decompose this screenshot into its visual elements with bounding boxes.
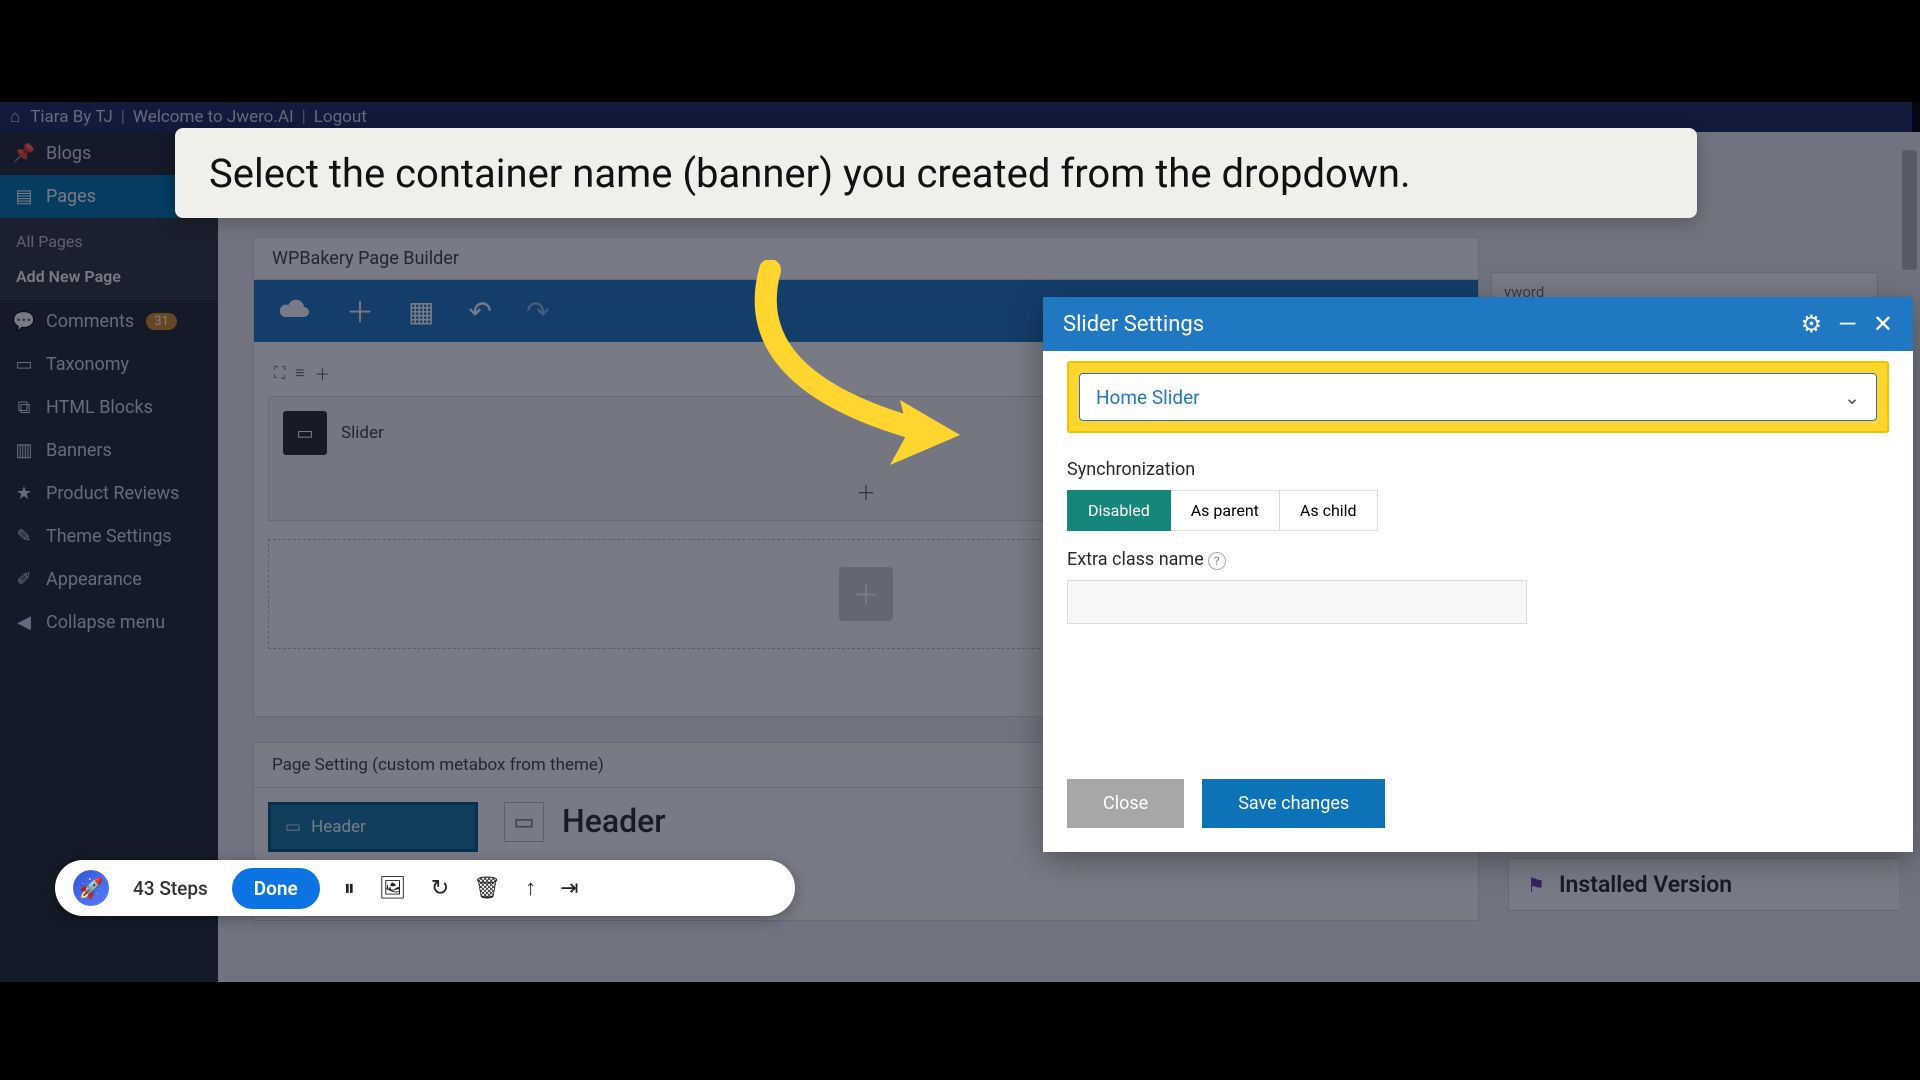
cloud-icon[interactable] [278,295,312,328]
save-button[interactable]: Save changes [1202,779,1385,828]
comments-badge: 31 [146,313,177,330]
undo-icon[interactable]: ↶ [468,295,491,328]
pin-icon: 📌 [14,144,34,164]
sidebar-subitem-all-pages[interactable]: All Pages [0,224,218,259]
sidebar-item-banners[interactable]: ▥ Banners [0,429,218,472]
admin-sidebar: 📌Blogs ▤Pages◂ All Pages Add New Page 💬C… [0,132,218,982]
sidebar-collapse[interactable]: ◀ Collapse menu [0,601,218,644]
slider-icon: ▭ [283,411,327,455]
recorder-bar: 🚀 43 Steps Done ⏸ 🖼 ↻ 🗑 ↑ ⇥ [55,860,795,916]
close-button[interactable]: Close [1067,779,1184,828]
chevron-down-icon: ⌄ [1844,386,1860,409]
pause-icon[interactable]: ⏸ [344,876,355,901]
fullscreen-icon[interactable]: ⛶ [274,363,285,383]
slider-settings-modal: Slider Settings ⚙ — ✕ Home Slider ⌄ Sync… [1043,297,1913,852]
slider-dropdown[interactable]: Home Slider ⌄ [1079,373,1877,421]
dropdown-value: Home Slider [1096,386,1200,409]
done-button[interactable]: Done [232,868,320,909]
sidebar-item-html-blocks[interactable]: ⧉ HTML Blocks [0,386,218,429]
sidebar-label: Pages [46,186,96,207]
page-icon: ▤ [14,187,34,207]
sidebar-item-taxonomy[interactable]: ▭ Taxonomy [0,343,218,386]
flag-icon: ⚑ [1527,873,1545,897]
extra-class-input[interactable] [1067,580,1527,624]
collapse-icon: ◀ [14,613,34,633]
arrow-annotation [730,260,1010,500]
extra-class-text: Extra class name [1067,549,1204,570]
taxonomy-icon: ▭ [14,355,34,375]
redo-icon[interactable]: ↻ [431,876,449,901]
rocket-icon[interactable]: 🚀 [73,870,109,906]
sidebar-label: Comments [46,311,134,332]
instruction-text: Select the container name (banner) you c… [209,150,1411,197]
code-icon: ⧉ [14,398,34,418]
installed-version-label: Installed Version [1559,871,1732,898]
element-name: Slider [341,423,384,443]
logout-link[interactable]: Logout [314,107,367,127]
template-icon[interactable]: ▦ [408,295,434,328]
banner-icon: ▥ [14,441,34,461]
sync-label: Synchronization [1067,459,1889,480]
tab-header[interactable]: ▭ Header [268,802,478,852]
redo-icon[interactable]: ↷ [526,295,549,328]
extra-class-label: Extra class name? [1067,549,1889,570]
header-layout-icon: ▭ [504,802,544,842]
sidebar-item-theme-settings[interactable]: ✎ Theme Settings [0,515,218,558]
content-title: Header [562,802,666,840]
sidebar-label: HTML Blocks [46,397,153,418]
sync-button-group: Disabled As parent As child [1067,490,1889,531]
sidebar-item-comments[interactable]: 💬 Comments 31 [0,300,218,343]
sync-parent-button[interactable]: As parent [1171,490,1280,531]
installed-version-row: ⚑ Installed Version [1508,858,1903,911]
modal-footer: Close Save changes [1043,779,1913,852]
modal-header: Slider Settings ⚙ — ✕ [1043,297,1913,351]
sidebar-label: Collapse menu [46,612,165,633]
instruction-banner: Select the container name (banner) you c… [175,128,1697,218]
image-icon[interactable]: 🖼 [379,876,407,901]
sidebar-item-appearance[interactable]: ✐ Appearance [0,558,218,601]
end-icon[interactable]: ⇥ [560,876,578,901]
sidebar-subitem-add-new[interactable]: Add New Page [0,259,218,294]
header-icon: ▭ [285,817,301,837]
sidebar-label: Theme Settings [46,526,172,547]
help-icon[interactable]: ? [1208,552,1226,570]
dropdown-highlight: Home Slider ⌄ [1067,361,1889,433]
star-icon: ★ [14,484,34,504]
gear-icon[interactable]: ⚙ [1801,310,1823,338]
modal-title: Slider Settings [1063,312,1204,337]
add-row-icon[interactable]: ＋ [839,567,893,621]
sidebar-label: Taxonomy [46,354,129,375]
scrollbar-thumb[interactable] [1902,150,1917,270]
appearance-icon: ✐ [14,570,34,590]
sidebar-label: Product Reviews [46,483,179,504]
drag-icon[interactable]: ≡ [295,363,304,383]
step-count: 43 Steps [133,877,208,900]
sidebar-label: Appearance [46,569,142,590]
sync-disabled-button[interactable]: Disabled [1067,490,1171,531]
sidebar-label: Blogs [46,143,91,164]
trash-icon[interactable]: 🗑 [473,876,501,901]
minimize-icon[interactable]: — [1838,310,1857,338]
tab-label: Header [311,817,366,837]
comment-icon: 💬 [14,312,34,332]
sync-child-button[interactable]: As child [1280,490,1378,531]
brush-icon: ✎ [14,527,34,547]
home-icon[interactable]: ⌂ [10,107,20,127]
add-element-icon[interactable]: ＋ [346,291,374,331]
sidebar-submenu-pages: All Pages Add New Page [0,218,218,300]
welcome-text[interactable]: Welcome to Jwero.AI [133,107,294,127]
sidebar-label: Banners [46,440,112,461]
add-icon[interactable]: ＋ [315,361,331,385]
close-icon[interactable]: ✕ [1873,310,1893,338]
site-name[interactable]: Tiara By TJ [30,107,112,127]
sidebar-item-reviews[interactable]: ★ Product Reviews [0,472,218,515]
upload-icon[interactable]: ↑ [525,875,536,901]
